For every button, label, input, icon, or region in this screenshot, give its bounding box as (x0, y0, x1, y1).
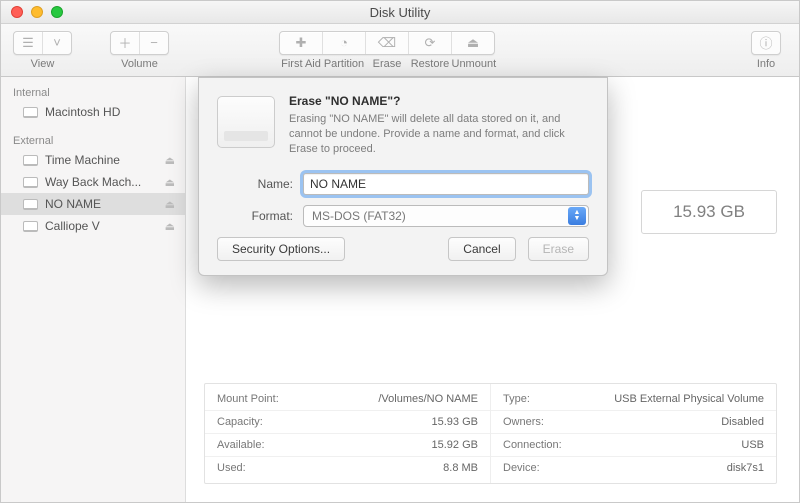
sidebar-header-external: External (1, 131, 185, 149)
detail-key: Used: (217, 462, 246, 474)
window-title: Disk Utility (1, 5, 799, 20)
toolbar-volume-group: ＋ − Volume (110, 31, 169, 70)
sidebar-item-no-name[interactable]: NO NAME ⏏ (1, 193, 185, 215)
minus-icon: − (140, 32, 168, 54)
detail-value: disk7s1 (727, 462, 764, 474)
first-aid-label: First Aid (280, 58, 323, 70)
actions-segment: ✚ ◔ ⌫ ⟳ ⏏ (279, 31, 495, 55)
sidebar-item-label: Way Back Mach... (45, 175, 141, 189)
partition-label: Partition (323, 58, 366, 70)
first-aid-button[interactable]: ✚ (280, 32, 322, 54)
detail-key: Type: (503, 393, 530, 405)
toolbar-info-group: ⓘ Info (751, 31, 781, 70)
chevron-down-icon: ˅ (43, 32, 71, 54)
detail-value: 15.92 GB (432, 439, 478, 451)
name-input[interactable] (303, 173, 589, 195)
detail-row: Connection: USB (491, 434, 776, 457)
detail-row: Mount Point: /Volumes/NO NAME (205, 388, 490, 411)
restore-button[interactable]: ⟳ (409, 32, 451, 54)
partition-button[interactable]: ◔ (323, 32, 365, 54)
cancel-button[interactable]: Cancel (448, 237, 515, 261)
eject-icon[interactable]: ⏏ (165, 176, 175, 189)
detail-key: Owners: (503, 416, 544, 428)
format-select[interactable]: MS-DOS (FAT32) ▲▼ (303, 205, 589, 227)
titlebar: Disk Utility (1, 1, 799, 24)
details-col-left: Mount Point: /Volumes/NO NAME Capacity: 15… (205, 384, 491, 483)
info-icon: ⓘ (752, 32, 780, 54)
detail-row: Owners: Disabled (491, 411, 776, 434)
detail-row: Type: USB External Physical Volume (491, 388, 776, 411)
detail-value: Disabled (721, 416, 764, 428)
disk-icon (23, 107, 38, 118)
plus-icon: ＋ (111, 32, 139, 54)
sidebar-item-macintosh-hd[interactable]: Macintosh HD (1, 101, 185, 123)
toolbar-action-labels: First Aid Partition Erase Restore Unmoun… (280, 58, 495, 70)
sidebar-header-internal: Internal (1, 83, 185, 101)
toolbar-info-label: Info (757, 58, 775, 70)
format-value: MS-DOS (FAT32) (312, 209, 406, 223)
name-label: Name: (231, 177, 293, 191)
sidebar-item-way-back[interactable]: Way Back Mach... ⏏ (1, 171, 185, 193)
toolbar-view-label: View (31, 58, 55, 70)
disk-icon (23, 221, 38, 232)
detail-value: USB External Physical Volume (614, 393, 764, 405)
detail-value: USB (741, 439, 764, 451)
detail-row: Capacity: 15.93 GB (205, 411, 490, 434)
sidebar-item-label: Macintosh HD (45, 105, 120, 119)
drive-icon (217, 96, 275, 148)
security-options-button[interactable]: Security Options... (217, 237, 345, 261)
eject-icon[interactable]: ⏏ (165, 220, 175, 233)
restore-label: Restore (409, 58, 452, 70)
capacity-value: 15.93 GB (673, 202, 745, 222)
toolbar-actions-group: ✚ ◔ ⌫ ⟳ ⏏ First Aid Partition Erase Rest… (279, 31, 495, 70)
erase-sheet: Erase "NO NAME"? Erasing "NO NAME" will … (198, 77, 608, 276)
capacity-box: 15.93 GB (641, 190, 777, 234)
sidebar-item-label: NO NAME (45, 197, 101, 211)
sheet-description: Erasing "NO NAME" will delete all data s… (289, 112, 589, 157)
updown-arrows-icon: ▲▼ (568, 207, 586, 225)
detail-key: Available: (217, 439, 265, 451)
detail-row: Device: disk7s1 (491, 457, 776, 479)
info-button[interactable]: ⓘ (751, 31, 781, 55)
erase-button[interactable]: ⌫ (366, 32, 408, 54)
toolbar: ☰ ˅ View ＋ − Volume ✚ ◔ ⌫ ⟳ ⏏ Firs (1, 24, 799, 77)
sidebar-item-label: Calliope V (45, 219, 100, 233)
detail-value: 8.8 MB (443, 462, 478, 474)
sidebar-item-calliope[interactable]: Calliope V ⏏ (1, 215, 185, 237)
detail-value: /Volumes/NO NAME (378, 393, 478, 405)
detail-key: Device: (503, 462, 540, 474)
sidebar-item-label: Time Machine (45, 153, 120, 167)
volume-button[interactable]: ＋ − (110, 31, 169, 55)
details-col-right: Type: USB External Physical Volume Owners… (491, 384, 776, 483)
erase-confirm-button[interactable]: Erase (528, 237, 589, 261)
disk-icon (23, 199, 38, 210)
toolbar-volume-label: Volume (121, 58, 158, 70)
detail-value: 15.93 GB (432, 416, 478, 428)
unmount-button[interactable]: ⏏ (452, 32, 494, 54)
sheet-title: Erase "NO NAME"? (289, 94, 589, 108)
disk-icon (23, 177, 38, 188)
unmount-label: Unmount (452, 58, 495, 70)
disk-icon (23, 155, 38, 166)
detail-key: Connection: (503, 439, 562, 451)
eject-icon[interactable]: ⏏ (165, 198, 175, 211)
detail-key: Capacity: (217, 416, 263, 428)
disk-utility-window: Disk Utility ☰ ˅ View ＋ − Volume ✚ ◔ ⌫ (0, 0, 800, 503)
detail-key: Mount Point: (217, 393, 279, 405)
sidebar: Internal Macintosh HD External Time Mach… (1, 77, 186, 502)
format-label: Format: (231, 209, 293, 223)
sidebar-item-time-machine[interactable]: Time Machine ⏏ (1, 149, 185, 171)
detail-row: Available: 15.92 GB (205, 434, 490, 457)
erase-label: Erase (366, 58, 409, 70)
view-button[interactable]: ☰ ˅ (13, 31, 72, 55)
details-table: Mount Point: /Volumes/NO NAME Capacity: 15… (204, 383, 777, 484)
eject-icon[interactable]: ⏏ (165, 154, 175, 167)
sidebar-layout-icon: ☰ (14, 32, 42, 54)
detail-row: Used: 8.8 MB (205, 457, 490, 479)
toolbar-view-group: ☰ ˅ View (13, 31, 72, 70)
